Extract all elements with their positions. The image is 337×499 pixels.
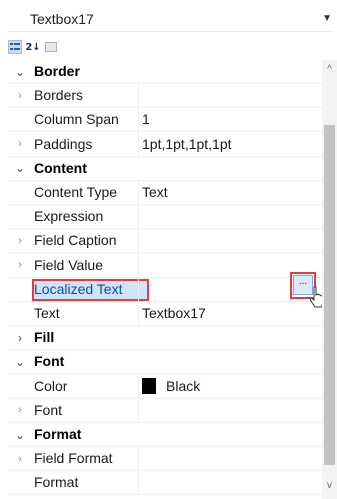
property-row[interactable]: › Paddings 1pt,1pt,1pt,1pt: [8, 132, 322, 157]
property-toolbar: 2↓: [8, 38, 58, 56]
property-row[interactable]: Column Span 1: [8, 108, 322, 133]
property-name: Localized Text: [34, 280, 123, 297]
category-row[interactable]: ⌄ Font: [8, 350, 322, 375]
chevron-down-icon[interactable]: ⌄: [14, 65, 26, 79]
vertical-scrollbar[interactable]: ^ v: [322, 60, 337, 499]
column-divider: [138, 277, 139, 302]
property-name: Field Caption: [34, 232, 117, 249]
property-name: Format: [34, 474, 79, 491]
category-label: Border: [34, 63, 80, 79]
column-divider: [138, 302, 139, 326]
category-label: Format: [34, 426, 82, 442]
category-row[interactable]: ⌄ Format: [8, 423, 322, 447]
chevron-right-icon[interactable]: ›: [14, 138, 26, 150]
chevron-right-icon[interactable]: ›: [14, 404, 26, 416]
property-name: Field Value: [34, 256, 104, 273]
column-divider: [138, 253, 139, 278]
property-row[interactable]: › Field Value: [8, 253, 322, 278]
caret-down-icon[interactable]: ▼: [322, 13, 332, 24]
category-row[interactable]: ⌄ Border: [8, 60, 322, 84]
chevron-down-icon[interactable]: ⌄: [14, 161, 26, 175]
property-value[interactable]: 1pt,1pt,1pt,1pt: [142, 136, 232, 152]
property-row[interactable]: Text Textbox17: [8, 302, 322, 326]
property-row[interactable]: Localized Text...: [8, 271, 322, 308]
property-value-text: Textbox17: [142, 305, 206, 321]
property-row[interactable]: Format: [8, 471, 322, 496]
chevron-right-icon[interactable]: ›: [14, 235, 26, 247]
object-name: Textbox17: [30, 10, 94, 27]
column-divider: [138, 374, 139, 399]
property-name: Text: [34, 305, 60, 321]
property-row[interactable]: › Font: [8, 398, 322, 423]
property-name: Content Type: [34, 184, 118, 200]
property-value-text: 1: [142, 111, 150, 128]
property-name: Paddings: [34, 135, 93, 152]
property-row[interactable]: › Borders: [8, 84, 322, 109]
property-row[interactable]: › Field Format: [8, 447, 322, 472]
column-divider: [138, 181, 139, 205]
chevron-down-icon[interactable]: ⌄: [14, 428, 26, 442]
chevron-right-icon[interactable]: ›: [14, 90, 26, 102]
property-row[interactable]: Color Black: [8, 374, 322, 399]
property-grid: ⌄ Border › Borders Column Span 1 › Paddings 1pt,…: [8, 60, 322, 499]
property-name: Color: [34, 377, 68, 394]
column-divider: [138, 471, 139, 496]
property-value[interactable]: 1: [142, 111, 150, 127]
color-swatch: [142, 377, 156, 394]
category-label: Fill: [34, 329, 55, 346]
column-divider: [138, 229, 139, 254]
column-divider: [138, 447, 139, 472]
categorized-icon[interactable]: [8, 40, 22, 54]
property-value-text: Black: [166, 377, 201, 394]
scroll-down-icon[interactable]: v: [322, 480, 337, 491]
chevron-right-icon[interactable]: ›: [14, 331, 26, 345]
property-name: Expression: [34, 208, 104, 225]
category-label: Font: [34, 353, 65, 370]
category-row[interactable]: ⌄ Content: [8, 157, 322, 181]
property-value[interactable]: Textbox17: [142, 305, 206, 321]
property-name: Borders: [34, 87, 84, 104]
column-divider: [138, 108, 139, 133]
column-divider: [138, 84, 139, 109]
category-label: Content: [34, 159, 87, 176]
property-name: Field Format: [34, 450, 113, 467]
property-value[interactable]: Text: [142, 184, 168, 200]
scroll-thumb[interactable]: [324, 125, 335, 465]
alphabetical-icon[interactable]: 2↓: [25, 40, 40, 54]
column-divider: [138, 398, 139, 423]
property-name: Column Span: [34, 111, 119, 128]
chevron-right-icon[interactable]: ›: [14, 453, 26, 465]
property-row[interactable]: › Field Caption: [8, 229, 322, 254]
property-row[interactable]: Expression: [8, 205, 322, 230]
property-row[interactable]: Content Type Text: [8, 181, 322, 205]
column-divider: [138, 132, 139, 157]
property-value-text: 1pt,1pt,1pt,1pt: [142, 135, 232, 152]
chevron-down-icon[interactable]: ⌄: [14, 355, 26, 369]
category-row[interactable]: › Fill: [8, 326, 322, 351]
scroll-up-icon[interactable]: ^: [322, 64, 337, 75]
column-divider: [138, 205, 139, 230]
property-value[interactable]: Black: [142, 377, 201, 394]
property-value-text: Text: [142, 184, 168, 200]
property-name: Font: [34, 401, 63, 418]
chevron-right-icon[interactable]: ›: [14, 259, 26, 271]
object-selector[interactable]: Textbox17 ▼: [8, 6, 332, 32]
property-pages-icon[interactable]: [44, 40, 58, 54]
